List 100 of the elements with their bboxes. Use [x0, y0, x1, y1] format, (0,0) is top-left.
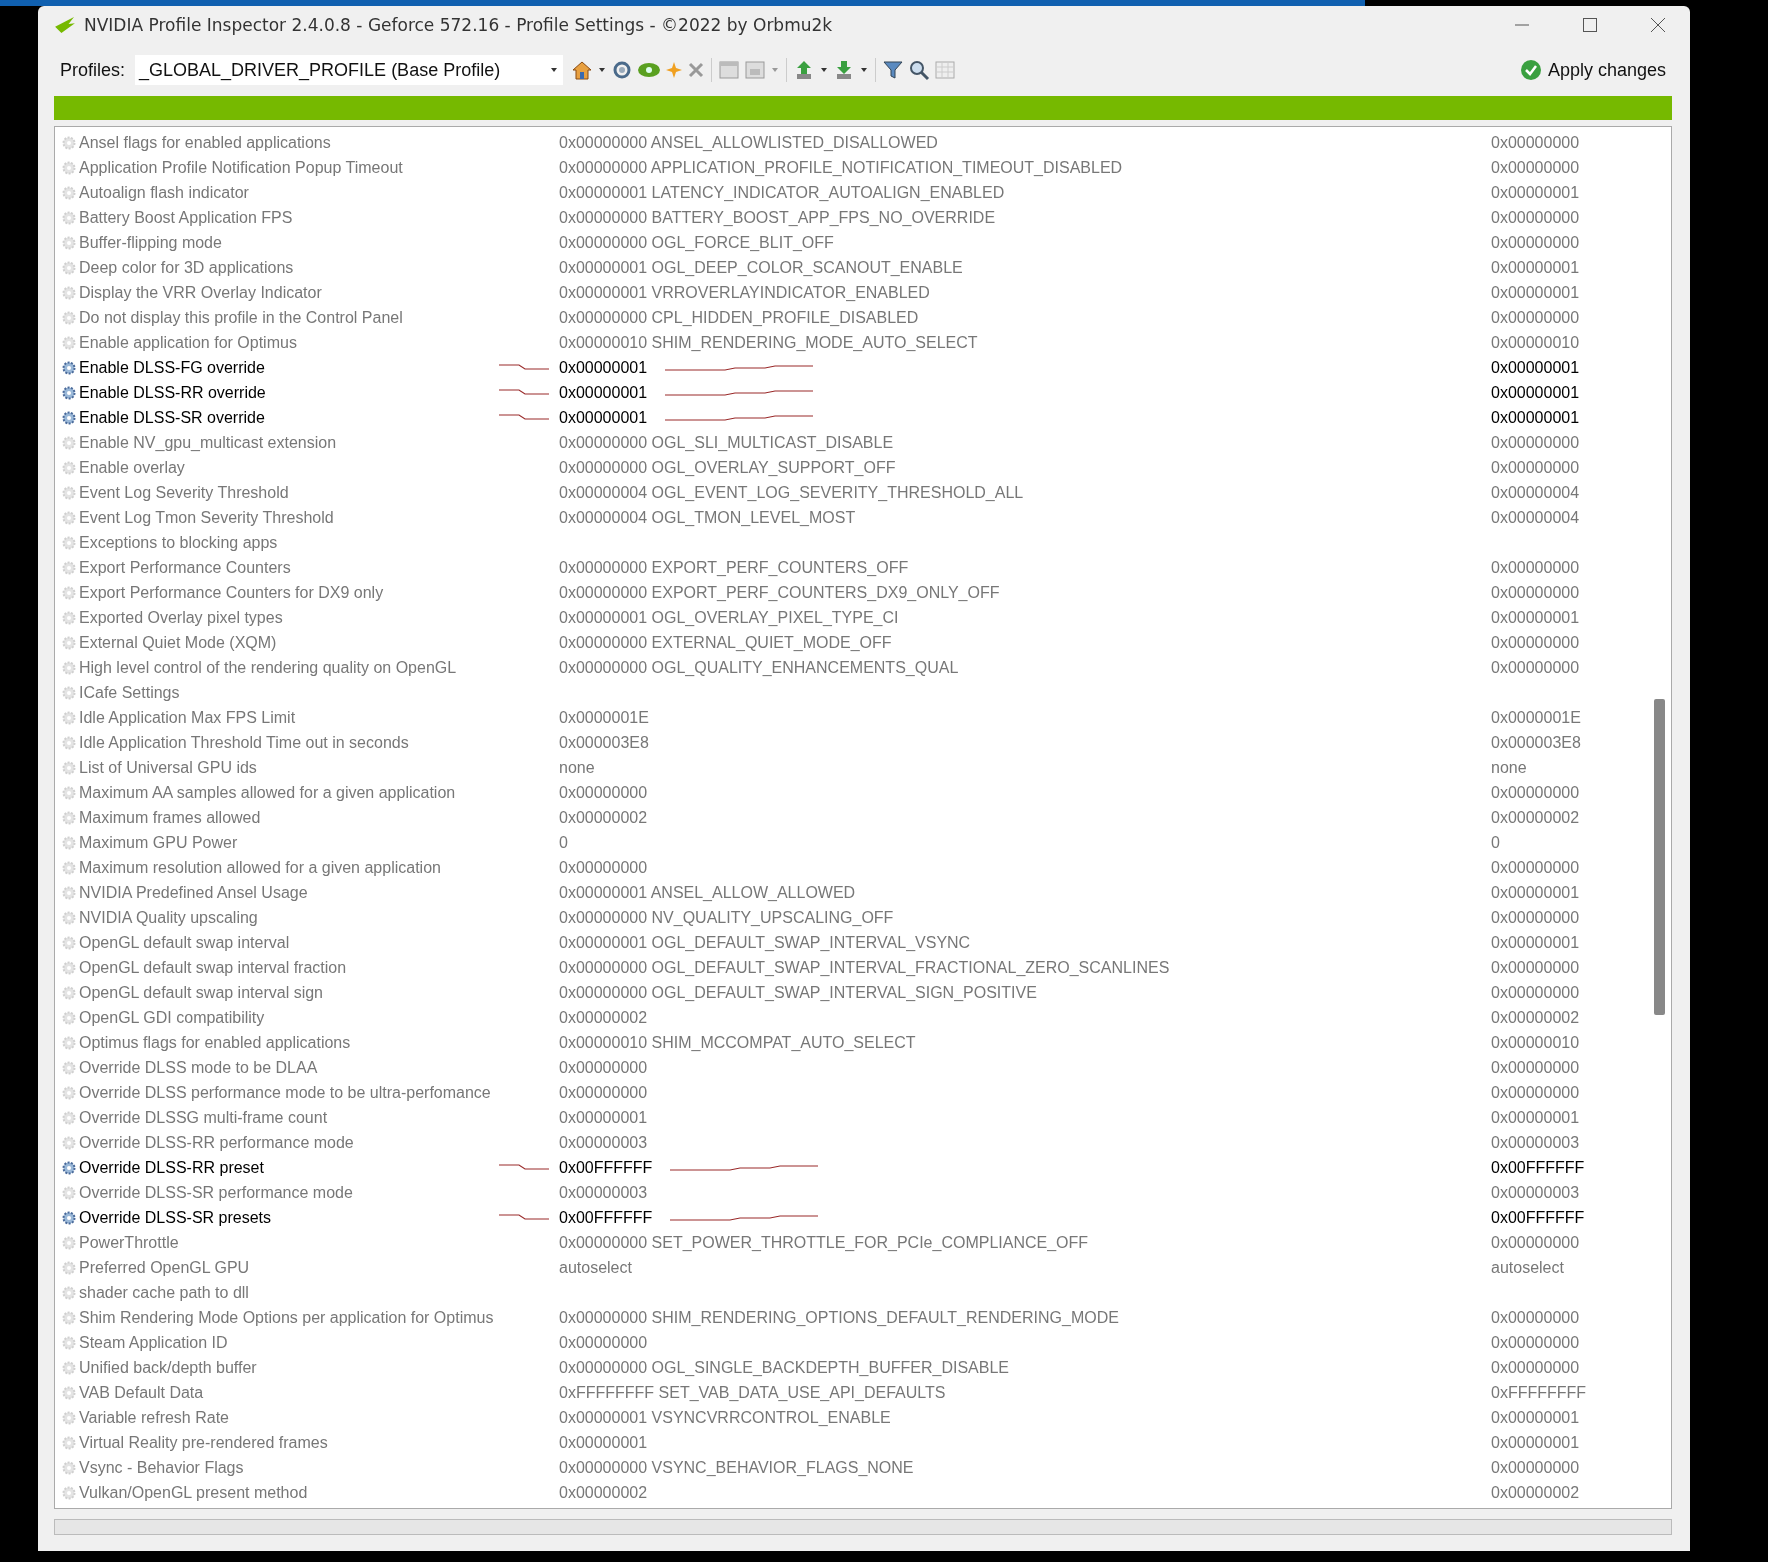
setting-value[interactable]: 0x00000000	[559, 783, 648, 802]
setting-name[interactable]: Override DLSS-SR presets	[79, 1208, 272, 1227]
setting-value[interactable]: 0x00000010 SHIM_RENDERING_MODE_AUTO_SELECT	[559, 333, 978, 352]
setting-name[interactable]: Maximum AA samples allowed for a given application	[79, 783, 456, 802]
setting-value[interactable]: 0x00000010 SHIM_MCCOMPAT_AUTO_SELECT	[559, 1033, 916, 1052]
filter-icon[interactable]	[882, 59, 905, 81]
setting-value[interactable]: 0x00000001 OGL_DEFAULT_SWAP_INTERVAL_VSYNC	[559, 933, 971, 952]
setting-name[interactable]: ICafe Settings	[79, 683, 180, 702]
search-icon[interactable]	[908, 59, 931, 81]
caret-icon[interactable]	[599, 68, 606, 72]
setting-name[interactable]: Override DLSS-SR performance mode	[79, 1183, 353, 1202]
setting-name[interactable]: High level control of the rendering quality on OpenGL	[79, 658, 457, 677]
setting-name[interactable]: NVIDIA Quality upscaling	[79, 908, 258, 927]
setting-value[interactable]: autoselect	[559, 1258, 632, 1277]
setting-name[interactable]: Deep color for 3D applications	[79, 258, 294, 277]
setting-value[interactable]: 0x00000000 EXTERNAL_QUIET_MODE_OFF	[559, 633, 892, 652]
setting-value[interactable]: 0x00000001	[559, 383, 648, 402]
setting-value[interactable]: 0xFFFFFFFF SET_VAB_DATA_USE_API_DEFAULTS	[559, 1383, 946, 1402]
setting-name[interactable]: Vsync - Behavior Flags	[79, 1458, 244, 1477]
setting-value[interactable]: 0x00000000 APPLICATION_PROFILE_NOTIFICATION_TIMEOUT_DISABLED	[559, 158, 1123, 177]
setting-value[interactable]: 0x00000001 LATENCY_INDICATOR_AUTOALIGN_ENABLED	[559, 183, 1005, 202]
delete-icon[interactable]	[687, 61, 706, 79]
setting-value[interactable]: 0x00000000 SET_POWER_THROTTLE_FOR_PCIe_COMPLIANCE_OFF	[559, 1233, 1089, 1252]
setting-name[interactable]: NVIDIA Predefined Ansel Usage	[79, 883, 308, 902]
setting-value[interactable]: 0x00000000 OGL_SLI_MULTICAST_DISABLE	[559, 433, 894, 452]
setting-name[interactable]: Unified back/depth buffer	[79, 1358, 257, 1377]
setting-name[interactable]: Shim Rendering Mode Options per application for Optimus	[79, 1308, 494, 1327]
setting-name[interactable]: Variable refresh Rate	[79, 1408, 229, 1427]
setting-name[interactable]: OpenGL default swap interval sign	[79, 983, 323, 1002]
setting-name[interactable]: Idle Application Threshold Time out in seconds	[79, 733, 409, 752]
setting-name[interactable]: Steam Application ID	[79, 1333, 228, 1352]
setting-value[interactable]: 0x00000000	[559, 1058, 648, 1077]
setting-name[interactable]: Enable DLSS-RR override	[79, 383, 266, 402]
setting-value[interactable]: 0x000003E8	[559, 733, 649, 752]
setting-name[interactable]: Application Profile Notification Popup Timeout	[79, 158, 403, 177]
setting-name[interactable]: VAB Default Data	[79, 1383, 204, 1402]
setting-value[interactable]: 0x00000001	[559, 408, 648, 427]
setting-value[interactable]: 0x00000000 SHIM_RENDERING_OPTIONS_DEFAULT_RENDERING_MODE	[559, 1308, 1119, 1327]
maximize-icon[interactable]	[1582, 17, 1598, 33]
setting-name[interactable]: Buffer-flipping mode	[79, 233, 222, 252]
setting-value[interactable]: 0x00000000 NV_QUALITY_UPSCALING_OFF	[559, 908, 894, 927]
setting-value[interactable]: 0x00000000	[559, 1083, 648, 1102]
setting-value[interactable]: 0x00000000 VSYNC_BEHAVIOR_FLAGS_NONE	[559, 1458, 914, 1477]
setting-value[interactable]: 0x00000000 OGL_OVERLAY_SUPPORT_OFF	[559, 458, 896, 477]
setting-value[interactable]: 0x00000000	[559, 1333, 648, 1352]
setting-name[interactable]: Do not display this profile in the Control Panel	[79, 308, 403, 327]
setting-name[interactable]: External Quiet Mode (XQM)	[79, 633, 277, 652]
setting-name[interactable]: Vulkan/OpenGL present method	[79, 1483, 308, 1502]
setting-name[interactable]: OpenGL default swap interval fraction	[79, 958, 347, 977]
setting-name[interactable]: Enable DLSS-FG override	[79, 358, 265, 377]
setting-value[interactable]: 0x00000000 ANSEL_ALLOWLISTED_DISALLOWED	[559, 133, 938, 152]
setting-name[interactable]: Event Log Severity Threshold	[79, 483, 289, 502]
setting-name[interactable]: OpenGL default swap interval	[79, 933, 290, 952]
setting-value[interactable]: 0x00000003	[559, 1183, 648, 1202]
setting-value[interactable]: 0x00000000 OGL_DEFAULT_SWAP_INTERVAL_SIGN_POSITIVE	[559, 983, 1037, 1002]
setting-value[interactable]: 0x00000000 EXPORT_PERF_COUNTERS_DX9_ONLY_OFF	[559, 583, 1000, 602]
setting-value[interactable]: 0x0000001E	[559, 708, 649, 727]
star-icon[interactable]	[665, 61, 684, 79]
scrollbar-thumb[interactable]	[1654, 699, 1665, 1015]
add-window-icon[interactable]	[718, 59, 741, 81]
profile-dropdown[interactable]: _GLOBAL_DRIVER_PROFILE (Base Profile)	[135, 55, 564, 85]
setting-name[interactable]: Override DLSS-RR preset	[79, 1158, 264, 1177]
setting-name[interactable]: shader cache path to dll	[79, 1283, 249, 1302]
setting-value[interactable]: 0x00000001	[559, 1108, 648, 1127]
caret-icon[interactable]	[861, 68, 868, 72]
close-icon[interactable]	[1650, 17, 1666, 33]
setting-name[interactable]: Export Performance Counters for DX9 only	[79, 583, 384, 602]
setting-name[interactable]: Ansel flags for enabled applications	[79, 133, 331, 152]
setting-value[interactable]: 0x00000002	[559, 1008, 648, 1027]
setting-value[interactable]: 0x00000004 OGL_EVENT_LOG_SEVERITY_THRESHOLD_ALL	[559, 483, 1024, 502]
setting-value[interactable]: 0x00000000 OGL_FORCE_BLIT_OFF	[559, 233, 834, 252]
eye-logo-icon[interactable]	[637, 60, 662, 80]
setting-name[interactable]: Enable overlay	[79, 458, 185, 477]
caret-icon[interactable]	[821, 68, 828, 72]
setting-name[interactable]: Idle Application Max FPS Limit	[79, 708, 296, 727]
setting-value[interactable]: 0x00000000 OGL_QUALITY_ENHANCEMENTS_QUAL	[559, 658, 959, 677]
setting-name[interactable]: Override DLSS performance mode to be ultra-perfomance	[79, 1083, 491, 1102]
setting-value[interactable]: 0x00000000 CPL_HIDDEN_PROFILE_DISABLED	[559, 308, 919, 327]
setting-value[interactable]: 0x00000002	[559, 1483, 648, 1502]
horizontal-scrollbar[interactable]	[54, 1519, 1672, 1535]
setting-value[interactable]: 0x00000000 BATTERY_BOOST_APP_FPS_NO_OVERRIDE	[559, 208, 996, 227]
setting-value[interactable]: 0x00000000	[559, 858, 648, 877]
setting-value[interactable]: 0x00000001	[559, 358, 648, 377]
setting-value[interactable]: 0x00000001	[559, 1433, 648, 1452]
setting-name[interactable]: Enable application for Optimus	[79, 333, 297, 352]
setting-value[interactable]: 0x00000000 OGL_SINGLE_BACKDEPTH_BUFFER_DISABLE	[559, 1358, 1009, 1377]
setting-value[interactable]: 0x00000001 OGL_DEEP_COLOR_SCANOUT_ENABLE	[559, 258, 963, 277]
setting-value[interactable]: 0x00000001 OGL_OVERLAY_PIXEL_TYPE_CI	[559, 608, 899, 627]
setting-name[interactable]: Override DLSS mode to be DLAA	[79, 1058, 318, 1077]
setting-name[interactable]: Optimus flags for enabled applications	[79, 1033, 351, 1052]
setting-value[interactable]: 0x00000004 OGL_TMON_LEVEL_MOST	[559, 508, 856, 527]
setting-name[interactable]: Preferred OpenGL GPU	[79, 1258, 250, 1277]
setting-value[interactable]: 0x00FFFFFF	[559, 1158, 653, 1177]
setting-name[interactable]: List of Universal GPU ids	[79, 758, 257, 777]
apply-changes-button[interactable]: Apply changes	[1513, 55, 1672, 85]
setting-name[interactable]: OpenGL GDI compatibility	[79, 1008, 265, 1027]
setting-name[interactable]: Exceptions to blocking apps	[79, 533, 278, 552]
setting-value[interactable]: 0	[559, 833, 568, 852]
home-icon[interactable]	[571, 59, 594, 81]
setting-name[interactable]: Export Performance Counters	[79, 558, 291, 577]
